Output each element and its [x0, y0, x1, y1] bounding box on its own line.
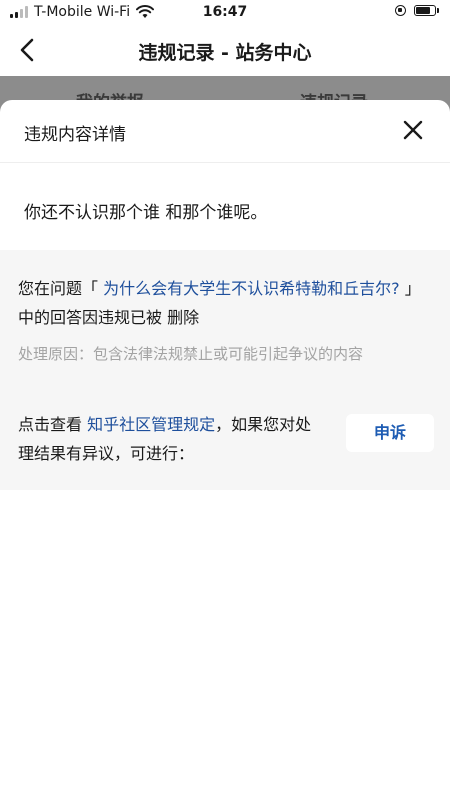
page-title: 违规记录 - 站务中心 [138, 42, 312, 64]
violation-content: 你还不认识那个谁 和那个谁呢。 [24, 203, 268, 223]
sheet-title: 违规内容详情 [24, 125, 126, 145]
notice-prefix: 您在问题「 [18, 279, 99, 298]
battery-icon [414, 5, 439, 16]
close-icon[interactable] [402, 119, 424, 141]
violation-reason: 处理原因：包含法律法规禁止或可能引起争议的内容 [18, 345, 364, 363]
violation-notice: 您在问题「 为什么会有大学生不认识希特勒和丘吉尔? 」中的回答因违规已被 删除 [18, 274, 436, 332]
nav-bar: 违规记录 - 站务中心 [0, 24, 450, 76]
clock: 16:47 [202, 4, 248, 20]
orientation-lock-icon [395, 5, 406, 16]
violation-notice-panel: 您在问题「 为什么会有大学生不认识希特勒和丘吉尔? 」中的回答因违规已被 删除 … [0, 250, 450, 490]
status-bar: T-Mobile Wi-Fi 16:47 [0, 0, 450, 24]
status-bar-right [395, 5, 439, 16]
question-link[interactable]: 为什么会有大学生不认识希特勒和丘吉尔? [103, 279, 400, 298]
violation-detail-sheet: 违规内容详情 你还不认识那个谁 和那个谁呢。 您在问题「 为什么会有大学生不认识… [0, 100, 450, 800]
appeal-button[interactable]: 申诉 [346, 414, 434, 452]
community-rules-link[interactable]: 知乎社区管理规定 [87, 415, 215, 434]
appeal-instructions: 点击查看 知乎社区管理规定，如果您对处理结果有异议，可进行： [18, 410, 324, 468]
sheet-header: 违规内容详情 [0, 100, 450, 163]
notice-action: 删除 [167, 308, 200, 327]
appeal-prefix: 点击查看 [18, 415, 83, 434]
